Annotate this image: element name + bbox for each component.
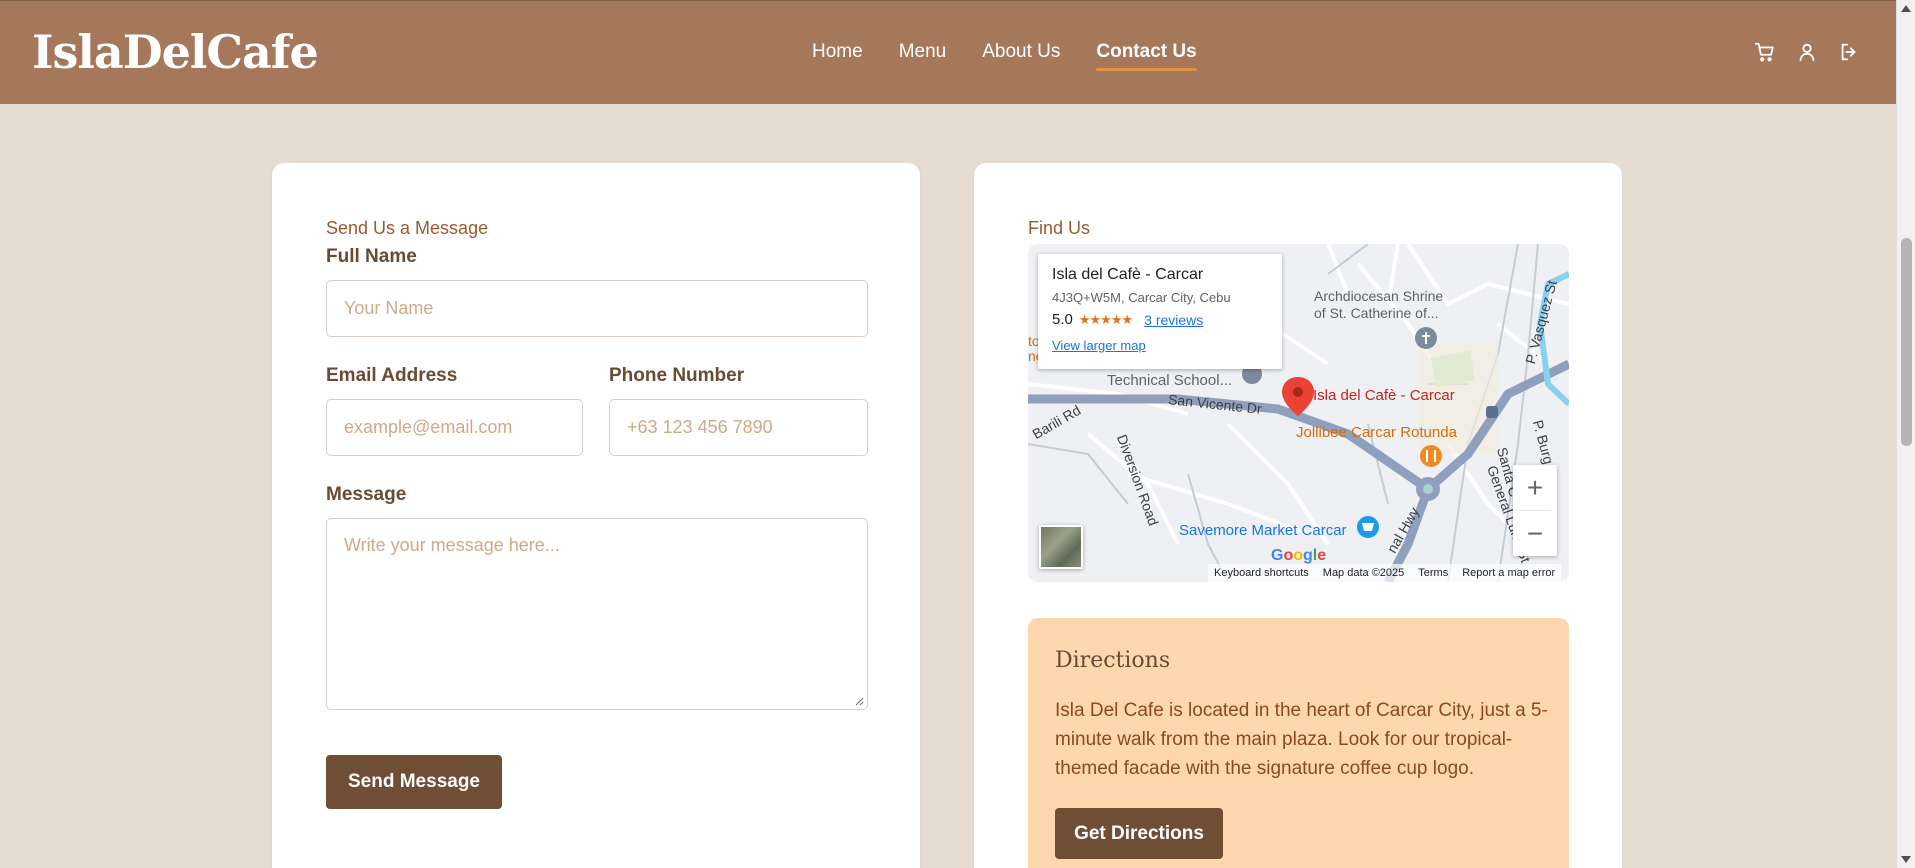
map-rating-value: 5.0 <box>1052 311 1073 328</box>
site-header: IslaDelCafe Home Menu About Us Contact U… <box>0 0 1896 104</box>
map-footer: Keyboard shortcuts Map data ©2025 Terms … <box>1208 564 1562 582</box>
map-reviews-link[interactable]: 3 reviews <box>1144 312 1203 328</box>
map-data-text: Map data ©2025 <box>1322 567 1405 579</box>
resize-handle-icon[interactable] <box>854 696 864 706</box>
map-place-card: Isla del Cafè - Carcar 4J3Q+W5M, Carcar … <box>1038 254 1282 369</box>
nav-menu[interactable]: Menu <box>899 41 947 71</box>
main-nav: Home Menu About Us Contact Us <box>812 41 1197 71</box>
contact-form-card: Send Us a Message Full Name Email Addres… <box>272 163 920 868</box>
view-larger-map-link[interactable]: View larger map <box>1052 338 1268 353</box>
directions-text: Isla Del Cafe is located in the heart of… <box>1055 700 1548 779</box>
email-label: Email Address <box>326 365 458 386</box>
site-logo[interactable]: IslaDelCafe <box>32 25 319 79</box>
map-marker-label: Isla del Cafè - Carcar <box>1313 387 1455 404</box>
nav-contact-us[interactable]: Contact Us <box>1096 41 1197 71</box>
send-message-button[interactable]: Send Message <box>326 755 502 809</box>
message-label: Message <box>326 484 407 505</box>
zoom-in-button[interactable]: + <box>1513 465 1557 510</box>
map-label-jollibee: Jollibee Carcar Rotunda <box>1296 424 1457 441</box>
get-directions-button[interactable]: Get Directions <box>1055 808 1223 859</box>
zoom-out-button[interactable]: − <box>1513 511 1557 556</box>
phone-field[interactable] <box>609 399 868 456</box>
map-label-tech-school: Technical School... <box>1107 372 1233 389</box>
find-us-title: Find Us <box>1028 218 1091 238</box>
email-field[interactable] <box>326 399 583 456</box>
find-us-card: Find Us Isla del Cafè - Carcar Jollibee … <box>974 163 1622 868</box>
logout-icon[interactable] <box>1838 41 1860 63</box>
map-label-shrine: Archdiocesan Shrine of St. Catherine of.… <box>1314 288 1444 321</box>
user-icon[interactable] <box>1796 41 1818 63</box>
map-place-address: 4J3Q+W5M, Carcar City, Cebu <box>1052 290 1231 305</box>
satellite-toggle[interactable] <box>1039 525 1083 569</box>
scrollbar-thumb[interactable] <box>1901 238 1912 446</box>
nav-home[interactable]: Home <box>812 41 863 71</box>
keyboard-shortcuts-link[interactable]: Keyboard shortcuts <box>1214 567 1309 579</box>
terms-link[interactable]: Terms <box>1418 567 1448 579</box>
cart-icon[interactable] <box>1754 41 1776 63</box>
full-name-input[interactable] <box>326 280 868 337</box>
scroll-down-arrow-icon[interactable] <box>1901 856 1911 863</box>
phone-label: Phone Number <box>609 365 745 386</box>
directions-title: Directions <box>1055 648 1171 673</box>
directions-panel: Directions Isla Del Cafe is located in t… <box>1028 618 1569 868</box>
message-textarea[interactable] <box>326 518 868 710</box>
nav-about-us[interactable]: About Us <box>982 41 1060 71</box>
page-scrollbar[interactable] <box>1896 0 1915 868</box>
full-name-label: Full Name <box>326 246 417 267</box>
map-rating-row: 5.0 ★★★★★ 3 reviews <box>1052 311 1268 328</box>
scroll-up-arrow-icon[interactable] <box>1901 5 1911 12</box>
star-rating-icon: ★★★★★ <box>1078 311 1133 327</box>
map-zoom-controls: + − <box>1513 465 1557 556</box>
header-actions <box>1754 41 1860 63</box>
embedded-map[interactable]: Isla del Cafè - Carcar Jollibee Carcar R… <box>1028 244 1569 582</box>
map-place-name: Isla del Cafè - Carcar <box>1052 266 1204 283</box>
form-section-title: Send Us a Message <box>326 218 489 238</box>
google-logo: Google <box>1271 547 1327 564</box>
report-map-error-link[interactable]: Report a map error <box>1462 567 1555 579</box>
map-label-savemore: Savemore Market Carcar <box>1179 522 1347 539</box>
